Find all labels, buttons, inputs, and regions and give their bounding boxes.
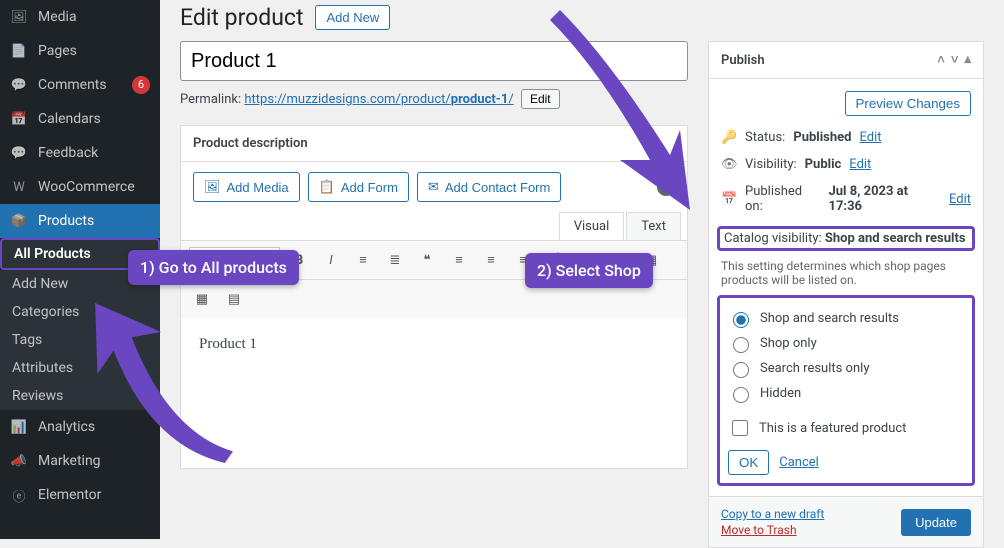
- media-icon: 🖼: [204, 179, 221, 195]
- catalog-cancel-link[interactable]: Cancel: [779, 455, 819, 470]
- annotation-arrow-1: [64, 271, 256, 496]
- italic-icon[interactable]: I: [318, 247, 344, 273]
- visibility-label: Visibility:: [745, 157, 797, 172]
- panel-toggle-icon[interactable]: ▴: [964, 52, 971, 68]
- publish-column: Publish ˄ ˅ ▴ Preview Changes 🔑 Status: …: [708, 41, 984, 548]
- sidebar-item-calendars[interactable]: 📅 Calendars: [0, 102, 160, 136]
- update-button[interactable]: Update: [901, 509, 971, 536]
- published-row: 📅 Published on: Jul 8, 2023 at 17:36 Edi…: [721, 178, 971, 220]
- sidebar-label: Media: [38, 9, 150, 25]
- publish-panel-title: Publish: [721, 53, 765, 68]
- catalog-opt-shop-only[interactable]: Shop only: [728, 331, 964, 356]
- annotation-label-2: 2) Select Shop: [525, 253, 653, 288]
- catalog-opt-search-only[interactable]: Search results only: [728, 356, 964, 381]
- bullet-list-icon[interactable]: ≡: [350, 247, 376, 273]
- published-edit-link[interactable]: Edit: [949, 192, 971, 207]
- number-list-icon[interactable]: ≣: [382, 247, 408, 273]
- sidebar-label: Feedback: [38, 145, 150, 161]
- tab-visual[interactable]: Visual: [559, 212, 625, 240]
- sidebar-label: Elementor: [38, 487, 150, 503]
- sidebar-item-media[interactable]: 🖼 Media: [0, 0, 160, 34]
- visibility-row: 👁 Visibility: Public Edit: [721, 151, 971, 178]
- form-icon: 📋: [319, 179, 335, 195]
- status-edit-link[interactable]: Edit: [859, 130, 881, 145]
- sidebar-label: WooCommerce: [38, 179, 150, 195]
- add-form-button[interactable]: 📋Add Form: [308, 172, 409, 202]
- status-label: Status:: [745, 130, 785, 145]
- published-value: Jul 8, 2023 at 17:36: [829, 184, 941, 214]
- editor-content[interactable]: Product 1: [181, 318, 687, 468]
- marketing-icon: 📣: [10, 452, 28, 470]
- permalink-link[interactable]: https://muzzidesigns.com/product/product…: [244, 92, 513, 107]
- catalog-options-box: Shop and search results Shop only Search…: [717, 295, 975, 486]
- sidebar-label: Calendars: [38, 111, 150, 127]
- annotation-label-1: 1) Go to All products: [128, 250, 299, 285]
- elementor-icon: ⓔ: [10, 486, 28, 504]
- sidebar-item-woocommerce[interactable]: W WooCommerce: [0, 170, 160, 204]
- published-label: Published on:: [745, 184, 821, 214]
- catalog-value: Shop and search results: [825, 231, 966, 246]
- products-icon: 📦: [10, 212, 28, 230]
- sidebar-item-feedback[interactable]: 💬 Feedback: [0, 136, 160, 170]
- permalink-label: Permalink:: [180, 92, 241, 107]
- copy-draft-link[interactable]: Copy to a new draft: [721, 507, 824, 521]
- catalog-ok-button[interactable]: OK: [728, 450, 769, 475]
- catalog-label: Catalog visibility:: [724, 231, 822, 246]
- feedback-icon: 💬: [10, 144, 28, 162]
- visibility-edit-link[interactable]: Edit: [849, 157, 871, 172]
- media-icon: 🖼: [10, 8, 28, 26]
- publish-footer: Copy to a new draft Move to Trash Update: [709, 496, 983, 547]
- featured-checkbox-row[interactable]: This is a featured product: [728, 414, 964, 442]
- editor-tabs: Visual Text: [181, 212, 687, 241]
- catalog-radio[interactable]: [733, 312, 749, 328]
- catalog-description: This setting determines which shop pages…: [721, 259, 971, 287]
- contact-icon: ✉: [428, 179, 439, 195]
- eye-icon: 👁: [721, 157, 737, 172]
- visibility-value: Public: [805, 157, 842, 172]
- publish-panel: Publish ˄ ˅ ▴ Preview Changes 🔑 Status: …: [708, 41, 984, 548]
- analytics-icon: 📊: [10, 418, 28, 436]
- sidebar-label: Pages: [38, 43, 150, 59]
- quote-icon[interactable]: ❝: [414, 247, 440, 273]
- pages-icon: 📄: [10, 42, 28, 60]
- catalog-visibility-row: Catalog visibility: Shop and search resu…: [717, 226, 975, 251]
- calendar-icon: 📅: [10, 110, 28, 128]
- align-center-icon[interactable]: ≡: [478, 247, 504, 273]
- woocommerce-icon: W: [10, 178, 28, 196]
- tab-text[interactable]: Text: [626, 212, 681, 240]
- annotation-arrow-2: [540, 10, 700, 210]
- catalog-radio[interactable]: [733, 337, 749, 353]
- add-new-button[interactable]: Add New: [315, 5, 390, 30]
- chevron-down-icon[interactable]: ˅: [951, 52, 959, 68]
- catalog-opt-shop-search[interactable]: Shop and search results: [728, 306, 964, 331]
- key-icon: 🔑: [721, 130, 737, 145]
- sidebar-label: Comments: [38, 77, 122, 93]
- status-row: 🔑 Status: Published Edit: [721, 124, 971, 151]
- status-value: Published: [793, 130, 851, 145]
- sidebar-item-comments[interactable]: 💬 Comments 6: [0, 68, 160, 102]
- add-media-button[interactable]: 🖼Add Media: [193, 172, 300, 202]
- catalog-radio[interactable]: [733, 387, 749, 403]
- sidebar-item-pages[interactable]: 📄 Pages: [0, 34, 160, 68]
- featured-checkbox[interactable]: [732, 420, 748, 436]
- sidebar-sub-label: All Products: [14, 246, 146, 262]
- comments-icon: 💬: [10, 76, 28, 94]
- calendar-icon: 📅: [721, 192, 737, 207]
- page-title: Edit product: [180, 4, 303, 31]
- catalog-opt-hidden[interactable]: Hidden: [728, 381, 964, 406]
- preview-changes-button[interactable]: Preview Changes: [845, 91, 971, 116]
- move-trash-link[interactable]: Move to Trash: [721, 523, 824, 537]
- comments-badge: 6: [132, 76, 150, 94]
- sidebar-item-products[interactable]: 📦 Products: [0, 204, 160, 238]
- chevron-up-icon[interactable]: ˄: [937, 52, 945, 68]
- description-panel-title: Product description: [193, 136, 308, 151]
- publish-panel-head: Publish ˄ ˅ ▴: [709, 42, 983, 79]
- align-left-icon[interactable]: ≡: [446, 247, 472, 273]
- catalog-radio[interactable]: [733, 362, 749, 378]
- sidebar-label: Products: [38, 213, 150, 229]
